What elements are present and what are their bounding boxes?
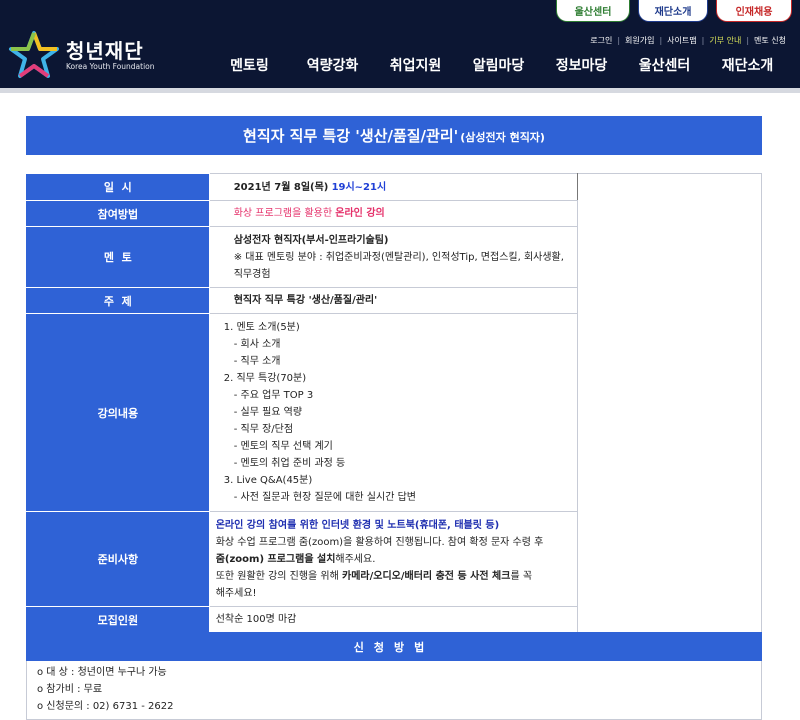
- separator: |: [617, 36, 621, 45]
- prep-headline: 온라인 강의 참여를 위한 인터넷 환경 및 노트북(휴대폰, 태블릿 등): [215, 519, 500, 531]
- recruit-label: 모집인원: [26, 606, 210, 633]
- mentor-value: 삼성전자 현직자(부서-인프라기술팀) ※ 대표 멘토링 분야 : 취업준비과정…: [208, 226, 579, 288]
- logo[interactable]: 청년재단 Korea Youth Foundation: [8, 30, 155, 82]
- mentor-label: 멘 토: [26, 226, 210, 288]
- content-line: - 주요 업무 TOP 3: [233, 390, 314, 401]
- method-value: 화상 프로그램을 활용한 온라인 강의: [208, 200, 579, 227]
- main-nav: 멘토링 역량강화 취업지원 알림마당 정보마당 울산센터 재단소개: [208, 55, 789, 75]
- date-label: 일 시: [26, 173, 210, 201]
- prep-text: 또한 원활한 강의 진행을 위해: [215, 570, 343, 582]
- side-column: [577, 173, 762, 633]
- site-header: 울산센터 재단소개 인재채용 로그인 | 회원가입 | 사이트맵 | 기부 안내…: [0, 0, 800, 93]
- separator: |: [659, 36, 663, 45]
- star-logo-icon: [9, 31, 59, 78]
- prep-line: 또한 원활한 강의 진행을 위해 카메라/오디오/배터리 충전 등 사전 체크를…: [216, 568, 570, 585]
- content-line: - 직무 소개: [233, 356, 281, 367]
- content-line: 2. 직무 특강(70분): [223, 373, 307, 384]
- apply-line: o 신청문의 : 02) 6731 - 2622: [37, 701, 174, 712]
- date-value: 2021년 7월 8일(목) 19시~21시: [208, 173, 579, 201]
- content-line: - 멘토의 직무 선택 계기: [233, 441, 333, 452]
- nav-employment[interactable]: 취업지원: [374, 55, 457, 75]
- logo-english: Korea Youth Foundation: [66, 62, 155, 71]
- donation-link[interactable]: 기부 안내: [709, 35, 741, 46]
- sitemap-link[interactable]: 사이트맵: [667, 35, 696, 46]
- content-line: - 멘토의 취업 준비 과정 등: [233, 458, 346, 469]
- separator: |: [701, 36, 705, 45]
- apply-line: o 참가비 : 무료: [37, 684, 103, 695]
- apply-method-header: 신청방법: [26, 632, 762, 661]
- table-row: 일 시 2021년 7월 8일(목) 19시~21시: [26, 173, 762, 633]
- tab-foundation-intro[interactable]: 재단소개: [638, 0, 708, 22]
- page-title-bar: 현직자 직무 특강 '생산/품질/관리' (삼성전자 현직자): [26, 116, 762, 155]
- signup-link[interactable]: 회원가입: [625, 35, 654, 46]
- topic-label: 주 제: [26, 287, 210, 314]
- apply-line: o 대 상 : 청년이면 누구나 가능: [37, 667, 167, 678]
- prep-line: 해주세요!: [215, 587, 257, 599]
- time-text: 19시~21시: [331, 181, 387, 193]
- apply-method-box: o 대 상 : 청년이면 누구나 가능 o 참가비 : 무료 o 신청문의 : …: [26, 661, 762, 720]
- method-label: 참여방법: [26, 200, 210, 227]
- prep-bold: 카메라/오디오/배터리 충전 등 사전 체크: [342, 570, 511, 582]
- mentor-name: 삼성전자 현직자(부서-인프라기술팀): [233, 234, 389, 246]
- content-line: - 직무 장/단점: [233, 424, 294, 435]
- content-line: - 실무 필요 역량: [233, 407, 303, 418]
- recruit-value: 선착순 100명 마감: [208, 606, 579, 633]
- nav-foundation[interactable]: 재단소개: [706, 55, 789, 75]
- mentor-apply-link[interactable]: 멘토 신청: [754, 35, 786, 46]
- content-label: 강의내용: [26, 313, 210, 512]
- prep-text: 를 꼭: [510, 570, 533, 582]
- prep-label: 준비사항: [26, 511, 210, 607]
- tab-ulsan-center[interactable]: 울산센터: [556, 0, 630, 22]
- nav-info[interactable]: 정보마당: [540, 55, 623, 75]
- topic-text: 현직자 직무 특강 '생산/품질/관리': [233, 295, 378, 306]
- nav-notice[interactable]: 알림마당: [457, 55, 540, 75]
- content-line: - 사전 질문과 현장 질문에 대한 실시간 답변: [233, 492, 416, 503]
- mentor-desc: ※ 대표 멘토링 분야 : 취업준비과정(멘탈관리), 인적성Tip, 면접스킬…: [233, 251, 564, 280]
- prep-bold: 줌(zoom) 프로그램을 설치: [215, 553, 336, 565]
- content-value: 1. 멘토 소개(5분) - 회사 소개 - 직무 소개 2. 직무 특강(70…: [208, 313, 579, 512]
- page-title: 현직자 직무 특강 '생산/품질/관리': [243, 127, 459, 145]
- utility-links: 로그인 | 회원가입 | 사이트맵 | 기부 안내 | 멘토 신청: [590, 35, 786, 46]
- method-bold: 온라인 강의: [335, 208, 385, 219]
- nav-capacity[interactable]: 역량강화: [291, 55, 374, 75]
- prep-line: 줌(zoom) 프로그램을 설치해주세요.: [216, 551, 570, 568]
- top-tabs: 울산센터 재단소개 인재채용: [556, 0, 792, 22]
- nav-mentoring[interactable]: 멘토링: [208, 55, 291, 75]
- method-text: 화상 프로그램을 활용한: [233, 208, 336, 219]
- nav-ulsan-center[interactable]: 울산센터: [623, 55, 706, 75]
- page-subtitle: (삼성전자 현직자): [460, 131, 545, 144]
- prep-value: 온라인 강의 참여를 위한 인터넷 환경 및 노트북(휴대폰, 태블릿 등) 화…: [208, 511, 579, 607]
- topic-value: 현직자 직무 특강 '생산/품질/관리': [208, 287, 579, 314]
- lecture-info-table: 일 시 2021년 7월 8일(목) 19시~21시 참여방법 화상 프로그램을…: [26, 173, 762, 633]
- content-line: - 회사 소개: [233, 339, 281, 350]
- login-link[interactable]: 로그인: [590, 35, 612, 46]
- date-text: 2021년 7월 8일(목): [233, 181, 329, 193]
- logo-korean: 청년재단: [66, 39, 144, 63]
- prep-line: 화상 수업 프로그램 줌(zoom)을 활용하여 진행됩니다. 참여 확정 문자…: [215, 536, 544, 548]
- content-line: 3. Live Q&A(45분): [223, 475, 313, 486]
- recruit-text: 선착순 100명 마감: [215, 614, 297, 625]
- separator: |: [746, 36, 750, 45]
- tab-recruitment[interactable]: 인재채용: [716, 0, 792, 22]
- content-line: 1. 멘토 소개(5분): [223, 322, 300, 333]
- prep-text: 해주세요.: [335, 553, 376, 565]
